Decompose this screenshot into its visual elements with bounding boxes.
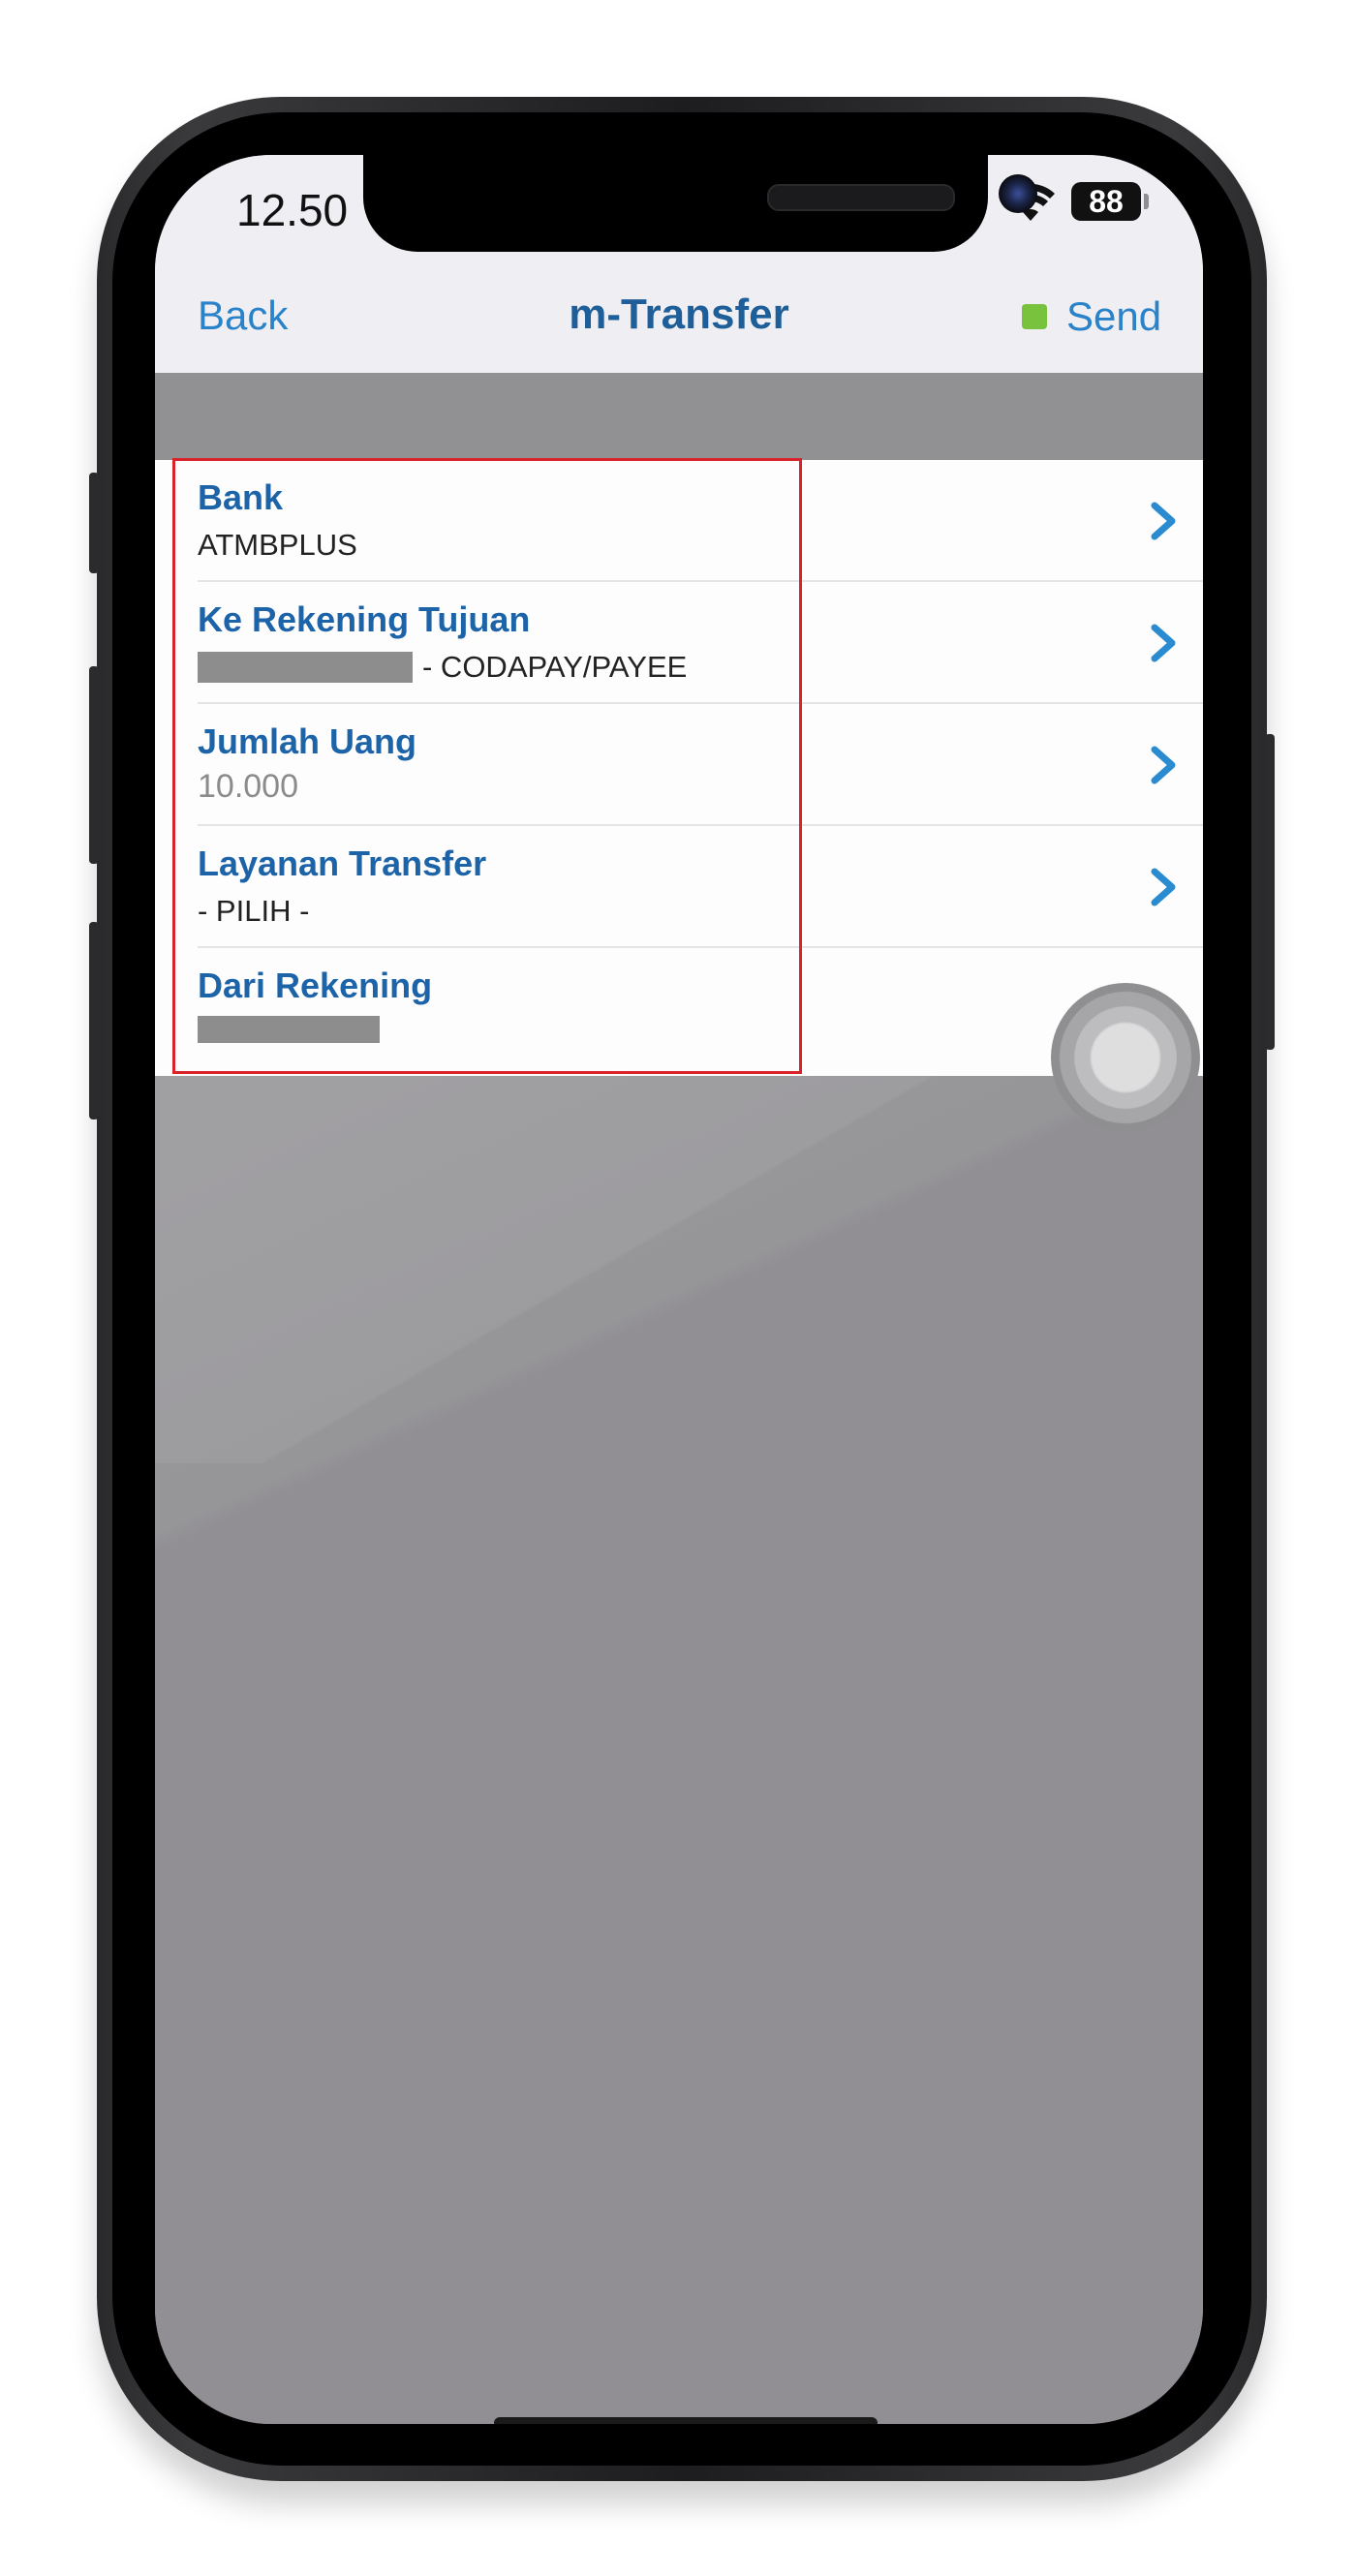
row-value: 10.000 bbox=[198, 768, 298, 805]
chevron-right-icon bbox=[1151, 624, 1176, 662]
speaker-grille bbox=[767, 184, 955, 211]
redacted-account-number bbox=[198, 1016, 380, 1043]
chevron-right-icon bbox=[1151, 746, 1176, 784]
send-status-icon bbox=[1022, 304, 1047, 329]
assistive-touch-core bbox=[1092, 1024, 1159, 1091]
bank-row[interactable]: Bank ATMBPLUS bbox=[155, 460, 1203, 582]
transfer-service-row[interactable]: Layanan Transfer - PILIH - bbox=[155, 826, 1203, 948]
amount-row[interactable]: Jumlah Uang 10.000 bbox=[155, 704, 1203, 826]
row-value bbox=[198, 1016, 380, 1043]
mute-switch bbox=[89, 473, 99, 573]
power-button bbox=[1265, 734, 1275, 1050]
row-title: Dari Rekening bbox=[198, 966, 433, 1005]
screenshot-stage: 12.50 88 Back m-Transfer Send Bank ATMBP… bbox=[0, 0, 1356, 2576]
battery-icon: 88 bbox=[1071, 182, 1141, 221]
assistive-touch-button[interactable] bbox=[1051, 983, 1200, 1132]
volume-up-button bbox=[89, 666, 99, 864]
chevron-right-icon bbox=[1151, 502, 1176, 540]
row-title: Bank bbox=[198, 477, 284, 517]
chevron-right-icon bbox=[1151, 868, 1176, 906]
notch bbox=[363, 155, 1037, 252]
destination-account-row[interactable]: Ke Rekening Tujuan - CODAPAY/PAYEE bbox=[155, 582, 1203, 704]
row-title: Jumlah Uang bbox=[198, 721, 417, 761]
redacted-account-number bbox=[198, 652, 413, 683]
row-title: Ke Rekening Tujuan bbox=[198, 599, 531, 639]
front-camera bbox=[999, 174, 1037, 213]
background-diagonal bbox=[155, 1076, 1203, 1463]
source-account-row[interactable]: Dari Rekening bbox=[155, 948, 1203, 1070]
section-spacer bbox=[155, 373, 1203, 460]
home-indicator[interactable] bbox=[494, 2417, 878, 2424]
phone-screen: 12.50 88 Back m-Transfer Send Bank ATMBP… bbox=[155, 155, 1203, 2424]
row-value: - CODAPAY/PAYEE bbox=[198, 650, 687, 685]
row-value: ATMBPLUS bbox=[198, 528, 357, 562]
row-title: Layanan Transfer bbox=[198, 843, 487, 883]
transfer-form: Bank ATMBPLUS Ke Rekening Tujuan - CODAP… bbox=[155, 460, 1203, 1076]
battery-cap bbox=[1144, 194, 1149, 209]
send-label: Send bbox=[1066, 293, 1162, 339]
volume-down-button bbox=[89, 922, 99, 1119]
send-button[interactable]: Send bbox=[1022, 292, 1161, 341]
row-value: - PILIH - bbox=[198, 894, 310, 928]
payee-name: - CODAPAY/PAYEE bbox=[422, 650, 688, 684]
status-time: 12.50 bbox=[236, 185, 349, 235]
